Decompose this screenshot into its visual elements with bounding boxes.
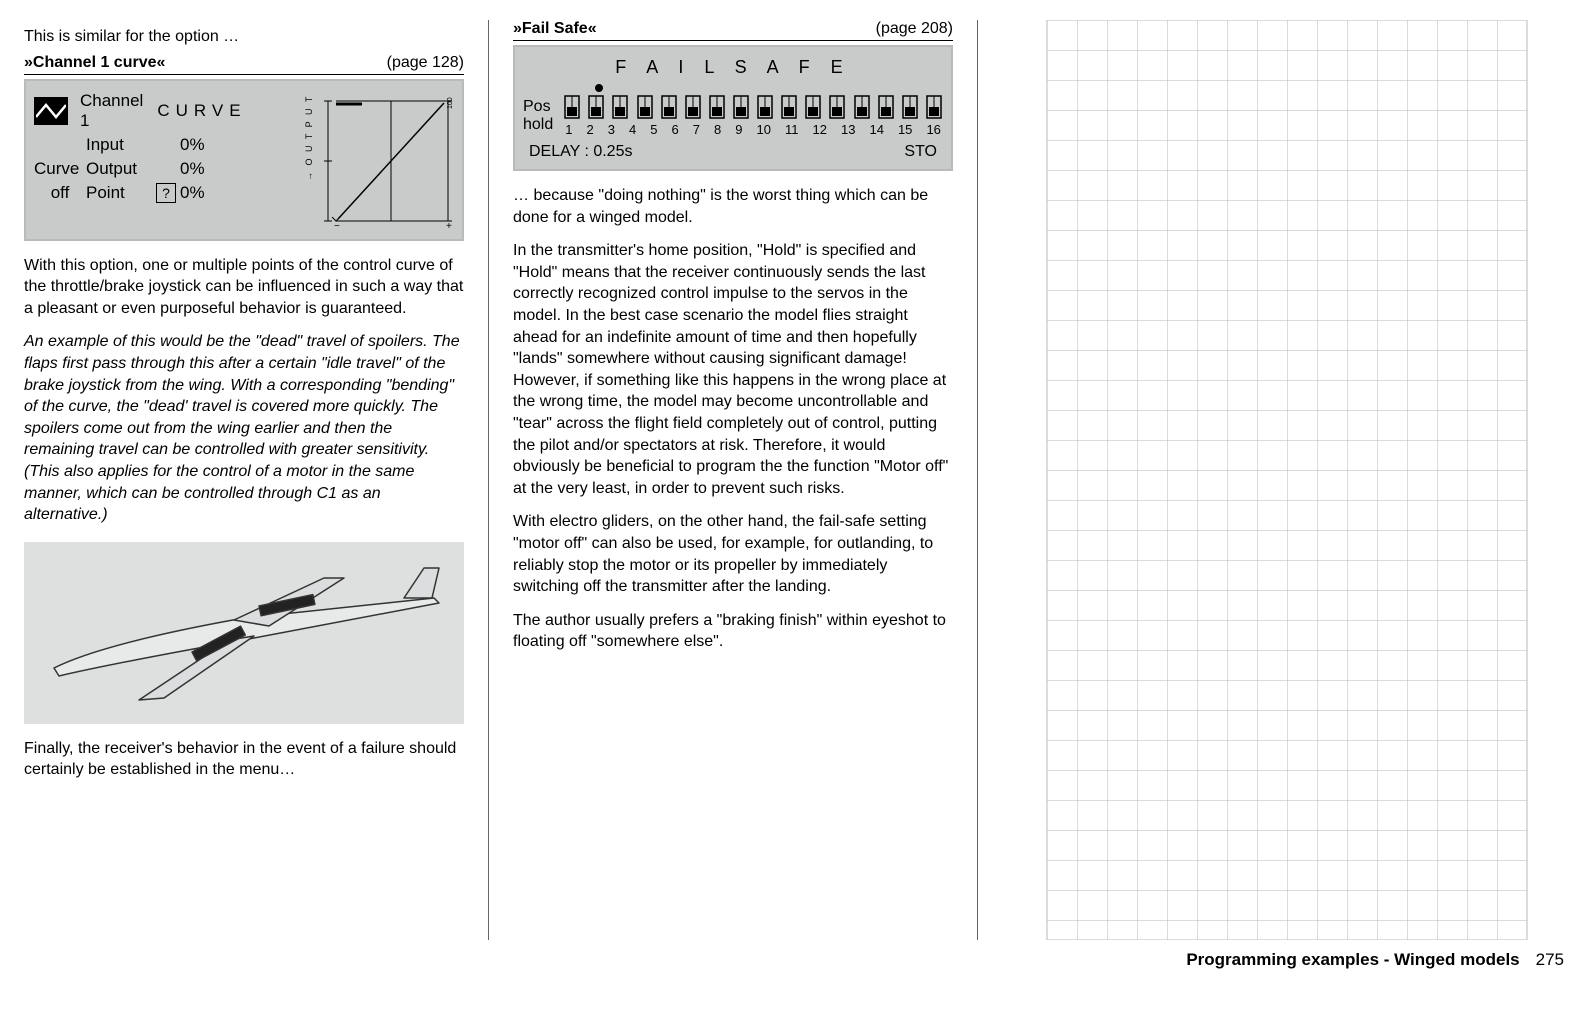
curve-word: CURVE [157, 101, 246, 121]
failsafe-number: 8 [714, 122, 721, 137]
pos-hold-label: Pos hold [523, 98, 553, 133]
page-footer: Programming examples - Winged models 275 [24, 950, 1572, 970]
graph-paper [1002, 20, 1572, 940]
failsafe-switch [708, 94, 726, 120]
channel1-curve-panel: Channel 1 CURVE Input 0% Curve Output 0%… [24, 79, 464, 241]
para3: Finally, the receiver's behavior in the … [24, 738, 464, 781]
para2-italic: An example of this would be the "dead" t… [24, 331, 464, 525]
point-value: 0% [180, 183, 220, 203]
footer-page-number: 275 [1536, 950, 1564, 970]
failsafe-dot-icon [595, 84, 603, 92]
failsafe-number: 3 [608, 122, 615, 137]
off-label: off [34, 183, 86, 203]
fs-para2: In the transmitter's home position, "Hol… [513, 240, 953, 499]
failsafe-switch [828, 94, 846, 120]
failsafe-number: 2 [587, 122, 594, 137]
failsafe-switch [563, 94, 581, 120]
failsafe-switch [732, 94, 750, 120]
failsafe-switch [853, 94, 871, 120]
hold-label: hold [523, 116, 553, 134]
failsafe-switch [804, 94, 822, 120]
failsafe-switch [684, 94, 702, 120]
section-title: »Fail Safe« [513, 20, 597, 38]
section-pageref: (page 208) [876, 20, 953, 38]
glider-illustration [24, 542, 464, 724]
curve-label: Curve [34, 159, 86, 179]
failsafe-switch [877, 94, 895, 120]
failsafe-number: 16 [926, 122, 940, 137]
channel1-table: Channel 1 CURVE Input 0% Curve Output 0%… [34, 91, 298, 203]
point-label: Point [86, 183, 156, 203]
failsafe-panel: F A I L S A F E Pos hold 123456789101112… [513, 45, 953, 171]
failsafe-number: 1 [565, 122, 572, 137]
failsafe-number: 5 [650, 122, 657, 137]
failsafe-switch [587, 94, 605, 120]
input-value: 0% [180, 135, 220, 155]
channel-name: Channel 1 [80, 91, 143, 131]
failsafe-number: 7 [693, 122, 700, 137]
column-divider-1 [488, 20, 489, 940]
fs-para1: … because "doing nothing" is the worst t… [513, 185, 953, 228]
section-title: »Channel 1 curve« [24, 54, 165, 72]
failsafe-number: 6 [672, 122, 679, 137]
footer-label: Programming examples - Winged models [1186, 950, 1519, 970]
page-columns: This is similar for the option … »Channe… [24, 20, 1572, 940]
failsafe-switch [925, 94, 943, 120]
failsafe-switch [901, 94, 919, 120]
failsafe-number: 9 [735, 122, 742, 137]
intro-text: This is similar for the option … [24, 26, 464, 48]
output-axis-label: → O U T P U T [304, 94, 314, 180]
section-header-channel1: »Channel 1 curve« (page 128) [24, 54, 464, 75]
question-box: ? [156, 183, 176, 203]
sto-label: STO [904, 143, 937, 161]
failsafe-title: F A I L S A F E [615, 57, 850, 78]
column-divider-2 [977, 20, 978, 940]
failsafe-switch [611, 94, 629, 120]
output-label: Output [86, 159, 156, 179]
column-2: »Fail Safe« (page 208) F A I L S A F E P… [513, 20, 953, 940]
failsafe-switch [636, 94, 654, 120]
failsafe-number: 4 [629, 122, 636, 137]
failsafe-switch [780, 94, 798, 120]
svg-text:+: + [446, 221, 452, 231]
failsafe-number: 13 [841, 122, 855, 137]
failsafe-switch [660, 94, 678, 120]
column-3 [1002, 20, 1572, 940]
fs-para3: With electro gliders, on the other hand,… [513, 511, 953, 597]
failsafe-number: 10 [757, 122, 771, 137]
section-pageref: (page 128) [387, 54, 464, 72]
failsafe-number: 11 [785, 122, 799, 137]
para1: With this option, one or multiple points… [24, 255, 464, 320]
output-value: 0% [180, 159, 220, 179]
fs-para4: The author usually prefers a "braking fi… [513, 610, 953, 653]
curve-icon [34, 97, 68, 125]
delay-value: DELAY : 0.25s [529, 143, 632, 161]
pos-label: Pos [523, 98, 553, 116]
failsafe-number: 14 [869, 122, 883, 137]
failsafe-number: 12 [813, 122, 827, 137]
curve-graph: → O U T P U T [304, 91, 454, 231]
switch-row: 12345678910111213141516 [563, 94, 943, 137]
section-header-failsafe: »Fail Safe« (page 208) [513, 20, 953, 41]
scale-max: 100 [447, 97, 454, 109]
column-1: This is similar for the option … »Channe… [24, 20, 464, 940]
failsafe-switch [756, 94, 774, 120]
svg-text:−: − [334, 221, 340, 231]
input-label: Input [86, 135, 156, 155]
failsafe-number: 15 [898, 122, 912, 137]
